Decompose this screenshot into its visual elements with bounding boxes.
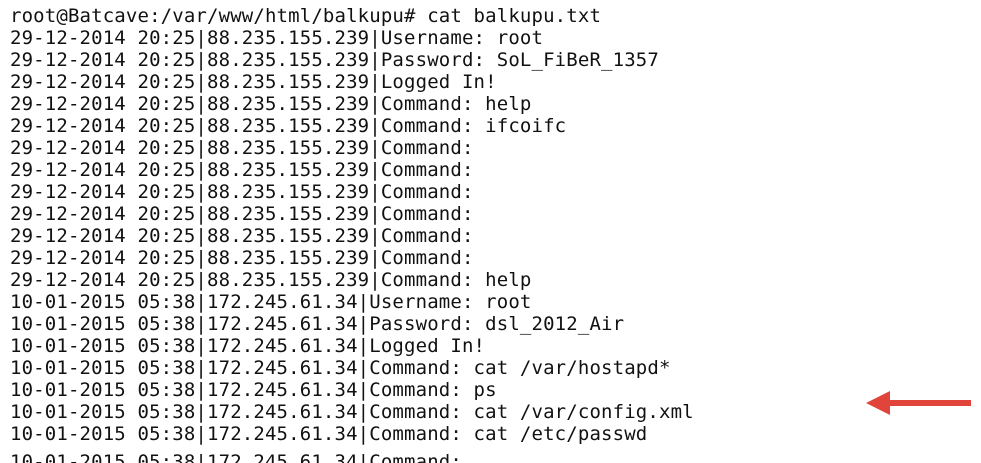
log-line: 10-01-2015 05:38|172.245.61.34|Command: … bbox=[10, 401, 694, 423]
log-line: 10-01-2015 05:38|172.245.61.34|Command: … bbox=[10, 357, 671, 379]
log-line: 29-12-2014 20:25|88.235.155.239|Command:… bbox=[10, 93, 532, 115]
log-line: 10-01-2015 05:38|172.245.61.34|Command: … bbox=[10, 379, 497, 401]
log-line: 10-01-2015 05:38|172.245.61.34|Logged In… bbox=[10, 335, 486, 357]
log-line: 29-12-2014 20:25|88.235.155.239|Command: bbox=[10, 181, 474, 203]
log-line: 29-12-2014 20:25|88.235.155.239|Command: bbox=[10, 247, 474, 269]
log-line: 29-12-2014 20:25|88.235.155.239|Command: bbox=[10, 137, 474, 159]
log-line: 10-01-2015 05:38|172.245.61.34|Password:… bbox=[10, 313, 625, 335]
terminal-window[interactable]: root@Batcave:/var/www/html/balkupu# cat … bbox=[0, 0, 981, 463]
log-line: 29-12-2014 20:25|88.235.155.239|Command: bbox=[10, 203, 474, 225]
log-line: 29-12-2014 20:25|88.235.155.239|Command: bbox=[10, 225, 474, 247]
log-line: 29-12-2014 20:25|88.235.155.239|Password… bbox=[10, 49, 659, 71]
log-line: 29-12-2014 20:25|88.235.155.239|Command: bbox=[10, 159, 474, 181]
log-line: 29-12-2014 20:25|88.235.155.239|Username… bbox=[10, 27, 544, 49]
log-line: 29-12-2014 20:25|88.235.155.239|Command:… bbox=[10, 269, 532, 291]
log-line: 10-01-2015 05:38|172.245.61.34|Username:… bbox=[10, 291, 532, 313]
arrow-left-icon bbox=[866, 391, 971, 415]
log-line: 10-01-2015 05:38|172.245.61.34|Command: … bbox=[10, 423, 648, 445]
prompt-line: root@Batcave:/var/www/html/balkupu# cat … bbox=[10, 5, 602, 27]
log-line: 29-12-2014 20:25|88.235.155.239|Command:… bbox=[10, 115, 567, 137]
log-line: 29-12-2014 20:25|88.235.155.239|Logged I… bbox=[10, 71, 497, 93]
partial-log-line: 10-01-2015 05:38|172.245.61.34|Command: bbox=[10, 451, 462, 463]
